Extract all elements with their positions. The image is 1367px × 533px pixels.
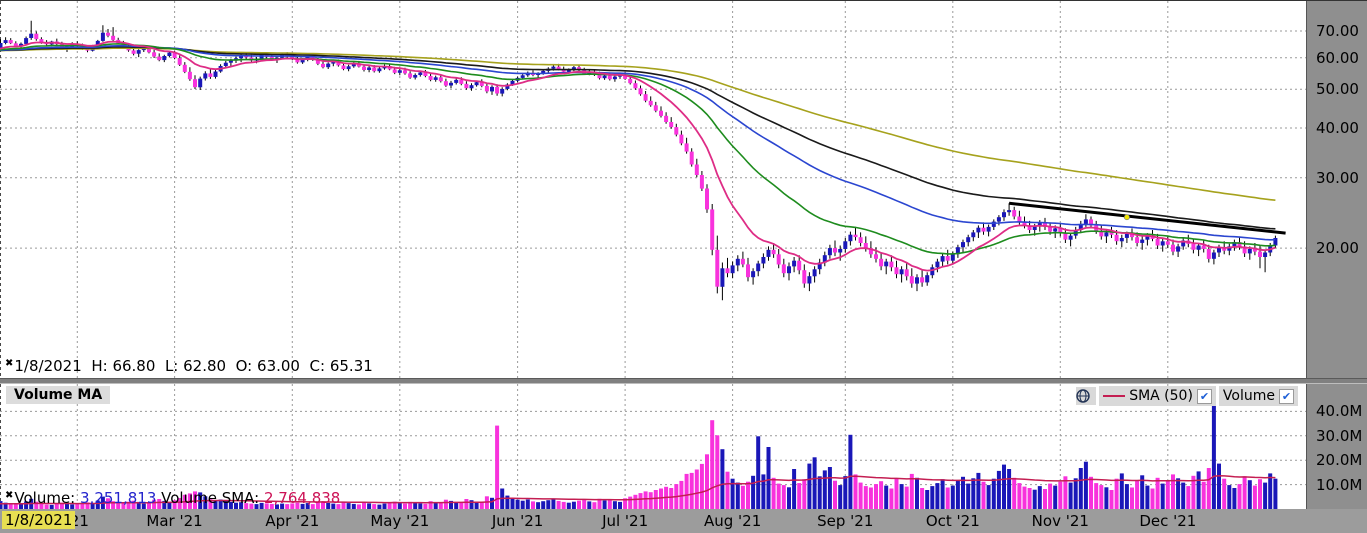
price-tick-label: 40.00 xyxy=(1316,119,1359,137)
date-tick-label: May '21 xyxy=(362,512,438,530)
date-tick-label: Mar '21 xyxy=(137,512,213,530)
sma-legend-label: SMA (50) xyxy=(1129,388,1193,404)
crosshair-marker-icon: ✖ xyxy=(5,490,13,501)
panel-splitter[interactable] xyxy=(0,378,1367,384)
volume-tick-label: 40.0M xyxy=(1316,402,1362,420)
volume-legend: SMA (50) ✔ Volume ✔ xyxy=(1076,386,1298,406)
volume-panel-title[interactable]: Volume MA xyxy=(6,386,110,404)
date-tick-label: Apr '21 xyxy=(254,512,330,530)
date-axis-strip[interactable]: 1/8/2021 '21Mar '21Apr '21May '21Jun '21… xyxy=(0,509,1367,533)
open-label: O: xyxy=(236,357,253,375)
chart-window: ✖1/8/2021 H: 66.80 L: 62.80 O: 63.00 C: … xyxy=(0,0,1367,533)
open-value: 63.00 xyxy=(257,357,300,375)
low-value: 62.80 xyxy=(183,357,226,375)
price-tick-label: 50.00 xyxy=(1316,80,1359,98)
sma-dropdown-check[interactable]: ✔ xyxy=(1197,389,1212,404)
price-axis-strip[interactable]: 70.00 60.00 50.00 40.00 30.00 20.00 40.0M 30.0M… xyxy=(1306,1,1367,509)
price-chart-canvas[interactable] xyxy=(0,1,1306,379)
volume-sma-label: Volume SMA: xyxy=(161,489,259,507)
ohlc-readout: ✖1/8/2021 H: 66.80 L: 62.80 O: 63.00 C: … xyxy=(5,357,373,375)
price-tick-label: 70.00 xyxy=(1316,22,1359,40)
high-value: 66.80 xyxy=(112,357,155,375)
low-label: L: xyxy=(165,357,178,375)
price-tick-label: 30.00 xyxy=(1316,169,1359,187)
crosshair-marker-icon: ✖ xyxy=(5,358,13,369)
date-tick-label: Nov '21 xyxy=(1022,512,1098,530)
date-tick-label: Oct '21 xyxy=(915,512,991,530)
sma-legend-pill[interactable]: SMA (50) ✔ xyxy=(1099,386,1216,406)
close-value: 65.31 xyxy=(330,357,373,375)
volume-sma-value: 2,764,838 xyxy=(264,489,340,507)
volume-dropdown-check[interactable]: ✔ xyxy=(1279,389,1294,404)
date-tick-label: Aug '21 xyxy=(695,512,771,530)
date-tick-label: Jul '21 xyxy=(587,512,663,530)
volume-readout: ✖Volume: 3,251,813 Volume SMA: 2,764,838 xyxy=(5,489,340,507)
ohlc-date: 1/8/2021 xyxy=(14,357,81,375)
volume-legend-pill[interactable]: Volume ✔ xyxy=(1219,386,1298,406)
volume-tick-label: 20.0M xyxy=(1316,451,1362,469)
date-tick-label: Jun '21 xyxy=(480,512,556,530)
price-tick-label: 20.00 xyxy=(1316,239,1359,257)
volume-tick-label: 10.0M xyxy=(1316,476,1362,494)
volume-tick-label: 30.0M xyxy=(1316,427,1362,445)
sma-line-swatch xyxy=(1103,395,1125,397)
date-tick-label: Sep '21 xyxy=(807,512,883,530)
globe-icon[interactable] xyxy=(1076,387,1096,405)
volume-label: Volume: xyxy=(14,489,75,507)
selected-date-badge: 1/8/2021 xyxy=(2,511,75,529)
date-tick-label: Dec '21 xyxy=(1130,512,1206,530)
close-label: C: xyxy=(310,357,326,375)
high-label: H: xyxy=(91,357,107,375)
volume-value: 3,251,813 xyxy=(80,489,156,507)
price-tick-label: 60.00 xyxy=(1316,49,1359,67)
volume-legend-label: Volume xyxy=(1223,388,1275,404)
